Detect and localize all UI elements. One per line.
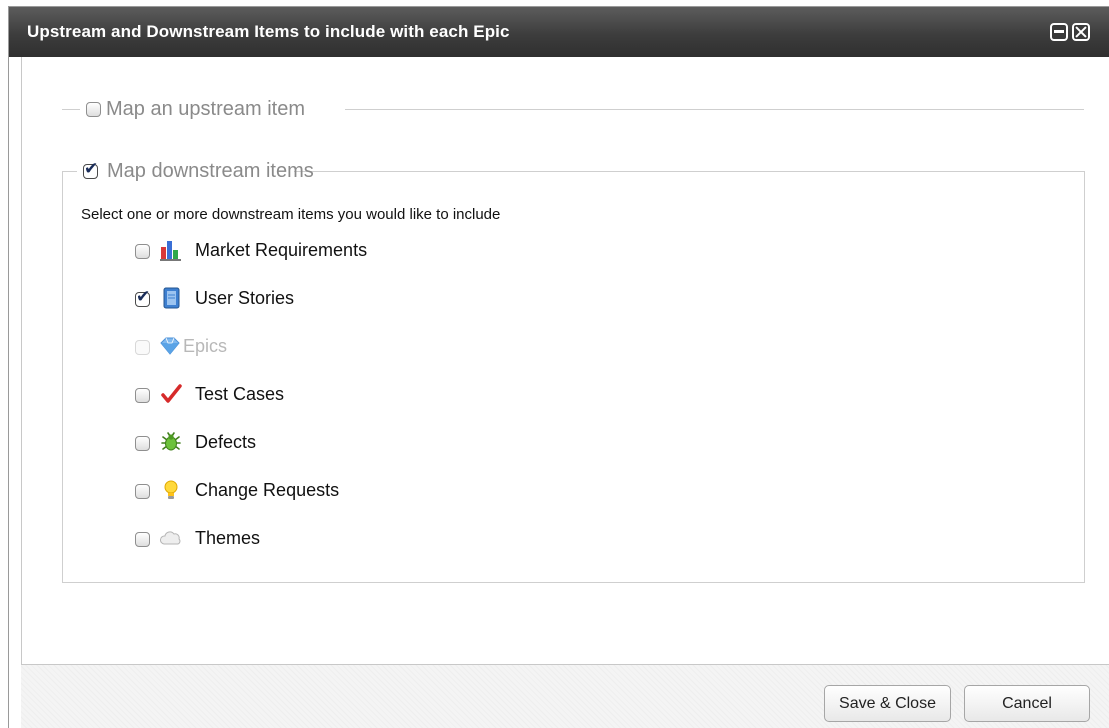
checkmark-icon [161,384,182,403]
downstream-label: Map downstream items [107,160,314,182]
cloud-icon [160,531,181,545]
item-label: Test Cases [195,384,285,404]
close-icon[interactable] [1072,23,1090,41]
item-label: User Stories [195,288,295,308]
divider [345,109,1084,110]
themes-checkbox[interactable] [135,532,150,547]
dialog: Upstream and Downstream Items to include… [8,6,1109,728]
downstream-fieldset: Map downstream items Select one or more … [62,159,1085,583]
list-item-test-cases[interactable]: Test Cases [135,382,535,408]
save-close-button[interactable]: Save & Close [824,685,951,722]
lightbulb-icon [164,480,178,499]
epics-checkbox [135,340,150,355]
market-requirements-checkbox[interactable] [135,244,150,259]
list-item-epics: Epics [135,334,535,360]
instructions-text: Select one or more downstream items you … [81,206,501,223]
cancel-button[interactable]: Cancel [964,685,1090,722]
list-item-user-stories[interactable]: User Stories [135,286,535,312]
divider [62,109,80,110]
user-stories-checkbox[interactable] [135,287,150,307]
upstream-checkbox[interactable] [86,102,101,117]
list-item-defects[interactable]: Defects [135,430,535,456]
defects-checkbox[interactable] [135,436,150,451]
item-label: Defects [195,432,257,452]
upstream-section: Map an upstream item [62,97,1084,121]
bar-chart-icon [160,241,181,261]
item-label: Themes [195,528,261,548]
minimize-icon[interactable] [1050,23,1068,41]
dialog-footer: Save & Close Cancel [21,665,1109,728]
bug-icon [161,432,181,451]
item-label: Epics [183,336,228,356]
change-requests-checkbox[interactable] [135,484,150,499]
test-cases-checkbox[interactable] [135,388,150,403]
downstream-checkbox[interactable] [83,159,98,179]
list-item-themes[interactable]: Themes [135,526,535,552]
item-label: Market Requirements [195,240,368,260]
dialog-content: Map an upstream item Map downstream item… [21,57,1109,665]
dialog-titlebar: Upstream and Downstream Items to include… [9,7,1109,57]
list-item-market-requirements[interactable]: Market Requirements [135,238,535,264]
upstream-label: Map an upstream item [106,98,305,120]
book-icon [163,287,180,309]
list-item-change-requests[interactable]: Change Requests [135,478,535,504]
dialog-title: Upstream and Downstream Items to include… [27,22,510,41]
downstream-legend: Map downstream items [77,159,314,184]
item-label: Change Requests [195,480,340,500]
diamond-icon [160,337,180,355]
